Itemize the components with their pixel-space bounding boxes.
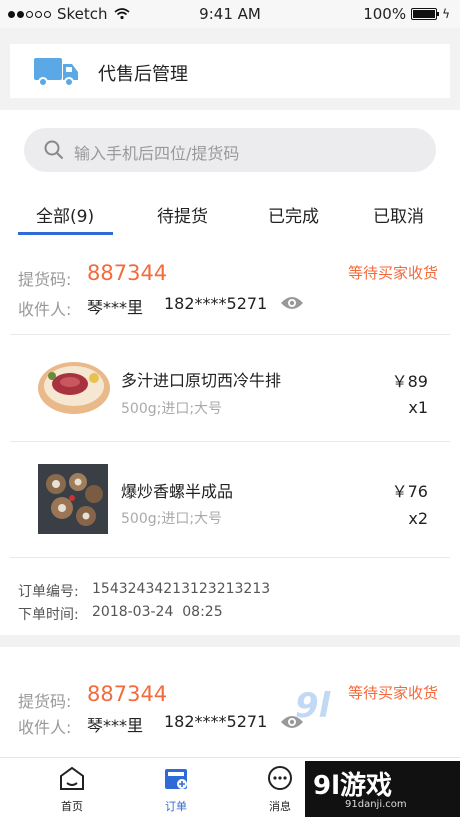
tab-cancelled[interactable]: 已取消: [373, 202, 424, 227]
tab-pending-pickup[interactable]: 待提货: [157, 202, 208, 227]
nav-messages[interactable]: 消息: [250, 766, 310, 814]
pickup-code: 887344: [87, 682, 168, 706]
product-price: ￥89: [391, 372, 428, 391]
product-image-steak: [36, 356, 112, 416]
nav-orders[interactable]: 订单: [146, 766, 206, 814]
page-header: 代售后管理: [10, 44, 450, 98]
search-placeholder: 输入手机后四位/提货码: [74, 144, 240, 163]
watermark-url: 91danji.com: [345, 799, 407, 810]
battery-icon: [411, 8, 440, 20]
product-price: ￥76: [391, 482, 428, 501]
battery-percent: 100%: [363, 5, 407, 23]
nav-home[interactable]: 首页: [42, 766, 102, 814]
watermark-logo: 9l: [295, 686, 331, 726]
order-time-label: 下单时间:: [18, 607, 79, 623]
nav-home-label: 首页: [61, 800, 83, 813]
watermark-logo-text: 9l游戏: [313, 771, 393, 801]
receiver-phone: 182****5271: [164, 294, 268, 313]
product-name: 爆炒香螺半成品: [121, 482, 234, 501]
receiver-name: 琴***里: [87, 298, 144, 317]
product-spec: 500g;进口;大号: [121, 511, 223, 527]
order-status: 等待买家收货: [348, 684, 439, 702]
tab-active-indicator: [18, 232, 113, 235]
receiver-label: 收件人:: [18, 718, 72, 737]
divider: [10, 441, 450, 442]
pickup-code: 887344: [87, 261, 168, 285]
charging-icon: ϟ: [442, 7, 450, 21]
order-tabs: 全部(9) 待提货 已完成 已取消: [0, 190, 460, 238]
search-input[interactable]: 输入手机后四位/提货码: [24, 128, 436, 172]
nav-orders-label: 订单: [165, 800, 187, 813]
receiver-name: 琴***里: [87, 716, 144, 735]
watermark-badge: 9l游戏 91danji.com: [305, 761, 460, 817]
tab-all[interactable]: 全部(9): [36, 202, 94, 227]
order-no: 15432434213123213213: [92, 581, 271, 597]
pickup-code-label: 提货码:: [18, 270, 72, 289]
product-image-snails: [38, 464, 108, 534]
product-qty: x2: [408, 509, 428, 528]
tab-completed[interactable]: 已完成: [268, 202, 319, 227]
search-icon: [44, 140, 64, 160]
divider: [10, 557, 450, 558]
order-time: 2018-03-24 08:25: [92, 604, 223, 620]
eye-icon[interactable]: [280, 295, 304, 311]
nav-messages-label: 消息: [269, 800, 291, 813]
receiver-label: 收件人:: [18, 300, 72, 319]
status-bar: Sketch 9:41 AM 100% ϟ: [0, 0, 460, 28]
pickup-code-label: 提货码:: [18, 692, 72, 711]
product-qty: x1: [408, 398, 428, 417]
page-title: 代售后管理: [98, 64, 188, 85]
divider: [10, 334, 450, 335]
status-right: 100% ϟ: [363, 5, 450, 23]
product-name: 多汁进口原切西冷牛排: [121, 371, 282, 390]
order-icon: [165, 769, 187, 789]
product-spec: 500g;进口;大号: [121, 401, 223, 417]
home-icon: [60, 766, 84, 790]
message-icon: [268, 766, 292, 790]
order-no-label: 订单编号:: [18, 584, 79, 600]
order-status: 等待买家收货: [348, 264, 439, 282]
truck-icon: [34, 58, 78, 87]
receiver-phone: 182****5271: [164, 712, 268, 731]
